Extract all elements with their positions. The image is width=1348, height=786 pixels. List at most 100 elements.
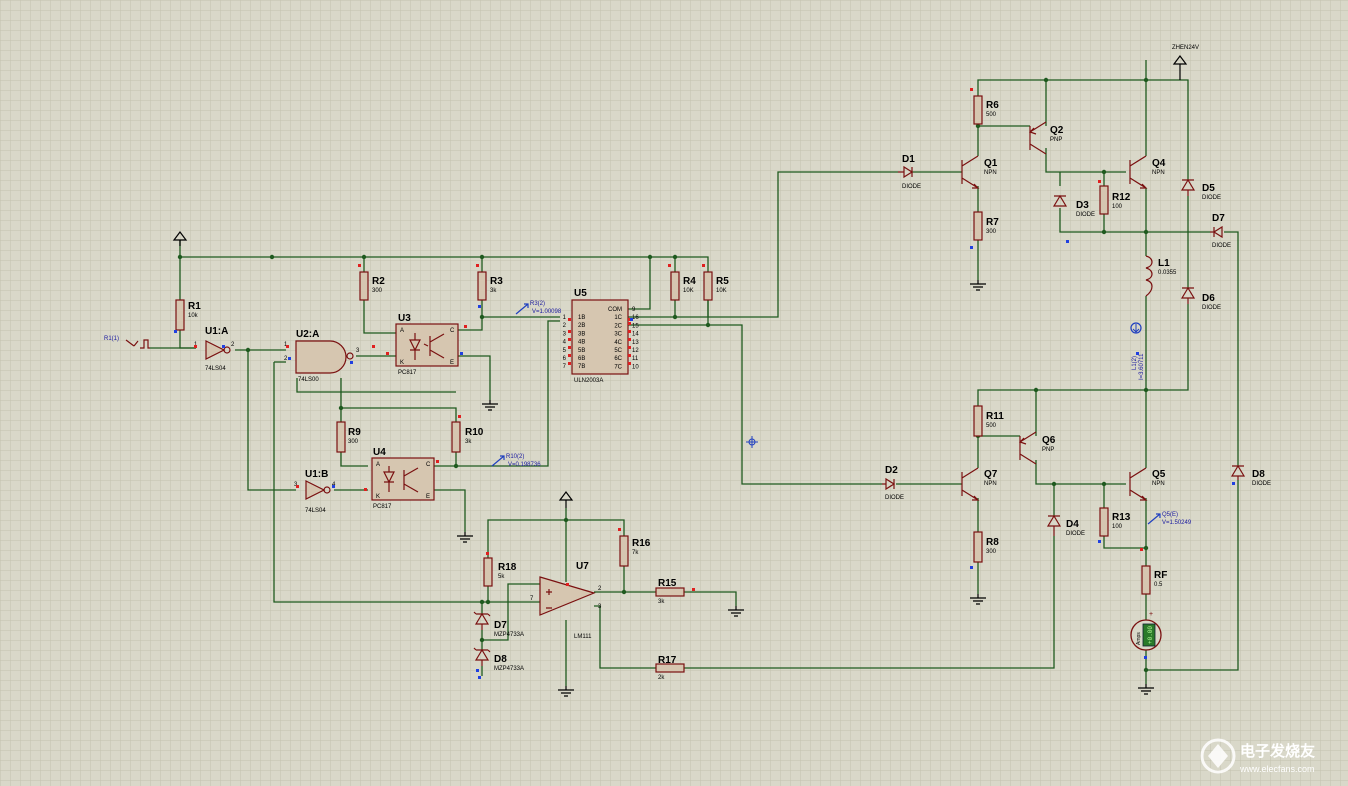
r9-value: 300 (348, 439, 359, 445)
supply-net-label: ZHEN24V (1172, 45, 1199, 51)
r8-value: 300 (986, 549, 997, 555)
ammeter-unit: Amps (1136, 632, 1142, 645)
u5-left-pin-3B: 3B (578, 331, 585, 337)
pin-marker-red-23 (568, 362, 571, 365)
d1-part: DIODE (902, 184, 921, 190)
pin-marker-red-16 (296, 485, 299, 488)
d8-right-part: DIODE (1252, 481, 1271, 487)
r11-value: 500 (986, 423, 997, 429)
r7-value: 300 (986, 229, 997, 235)
pin-marker-red-6 (1140, 548, 1143, 551)
probe-r3-name: R3(2) (530, 301, 545, 307)
r8-ref: R8 (986, 537, 999, 548)
u4-pin-e: E (426, 494, 430, 500)
r3-ref: R3 (490, 276, 503, 287)
pin-marker-red-2 (668, 264, 671, 267)
u5-right-num-12: 12 (632, 348, 639, 354)
pin-marker-red-8 (618, 528, 621, 531)
r13-value: 100 (1112, 524, 1123, 530)
r1-ref: R1 (188, 301, 201, 312)
q4-ref: Q4 (1152, 158, 1166, 169)
r17-value: 2k (658, 675, 665, 681)
pin-marker-red-10 (568, 318, 571, 321)
resistor-r10[interactable] (451, 421, 461, 453)
q1-type: NPN (984, 170, 997, 176)
u5-ref: U5 (574, 288, 587, 299)
u5-part: ULN2003A (574, 378, 603, 384)
pin-marker-red-18 (566, 583, 569, 586)
r12-ref: R12 (1112, 192, 1131, 203)
pin-marker-blue-3 (970, 566, 973, 569)
u5-left-pin-7B: 7B (578, 364, 585, 370)
pin-marker-blue-9 (350, 361, 353, 364)
u5-right-num-15: 15 (632, 323, 639, 329)
u7-part: LM111 (574, 634, 592, 640)
r18-value: 5k (498, 574, 505, 580)
rf-value: 0.5 (1154, 582, 1163, 588)
u1a-part: 74LS04 (205, 366, 226, 372)
u1a-ref: U1:A (205, 326, 228, 337)
optocoupler-u4[interactable] (371, 457, 435, 501)
watermark-url: www.elecfans.com (1239, 764, 1315, 774)
u7-ref: U7 (576, 561, 589, 572)
pin-marker-red-30 (386, 352, 389, 355)
d3-part: DIODE (1076, 212, 1095, 218)
optocoupler-u3[interactable] (395, 323, 459, 367)
resistor-r18[interactable] (483, 557, 493, 587)
resistor-r15[interactable] (655, 587, 685, 597)
resistor-r8[interactable] (973, 531, 983, 563)
u4-part: PC817 (373, 504, 392, 510)
r2-ref: R2 (372, 276, 385, 287)
u5-right-pin-COM: COM (608, 307, 622, 313)
resistor-r13[interactable] (1099, 507, 1109, 537)
q6-type: PNP (1042, 447, 1054, 453)
r11-ref: R11 (986, 411, 1004, 422)
resistor-r5[interactable] (703, 271, 713, 301)
probe-q5-value: V=1.50249 (1162, 520, 1192, 526)
probe-r3-value: V=1.00098 (532, 309, 562, 315)
resistor-r7[interactable] (973, 211, 983, 241)
q2-type: PNP (1050, 137, 1062, 143)
d7-zener-ref: D7 (494, 620, 507, 631)
r6-ref: R6 (986, 100, 999, 111)
r2-value: 300 (372, 288, 383, 294)
r13-ref: R13 (1112, 512, 1131, 523)
pin-marker-blue-15 (288, 357, 291, 360)
q6-ref: Q6 (1042, 435, 1056, 446)
schematic-canvas[interactable]: ZHEN24V R1(1) R1 10k R2 300 R3 3k R4 10K (0, 0, 1348, 786)
resistor-r16[interactable] (619, 535, 629, 567)
d7-right-part: DIODE (1212, 243, 1231, 249)
d8-right-ref: D8 (1252, 469, 1265, 480)
q1-ref: Q1 (984, 158, 998, 169)
r9-ref: R9 (348, 427, 361, 438)
resistor-rf[interactable] (1141, 565, 1151, 595)
d4-part: DIODE (1066, 531, 1085, 537)
q5-ref: Q5 (1152, 469, 1166, 480)
resistor-r3[interactable] (477, 271, 487, 301)
d3-ref: D3 (1076, 200, 1089, 211)
pin-marker-red-24 (628, 330, 631, 333)
u4-pin-c: C (426, 462, 431, 468)
pin-marker-blue-10 (222, 345, 225, 348)
resistor-r12[interactable] (1099, 185, 1109, 215)
resistor-r1[interactable] (175, 299, 185, 331)
resistor-r11[interactable] (973, 405, 983, 437)
pin-marker-blue-13 (1098, 540, 1101, 543)
r4-value: 10K (683, 288, 694, 294)
r5-value: 10K (716, 288, 727, 294)
d7-zener-part: MZP4733A (494, 632, 524, 638)
resistor-r9[interactable] (336, 421, 346, 453)
r6-value: 500 (986, 112, 997, 118)
u5-left-pin-1B: 1B (578, 315, 585, 321)
u5-right-pin-2C: 2C (614, 323, 622, 329)
q4-type: NPN (1152, 170, 1165, 176)
resistor-r6[interactable] (973, 95, 983, 125)
resistor-r4[interactable] (670, 271, 680, 301)
r12-value: 100 (1112, 204, 1123, 210)
r3-value: 3k (490, 288, 497, 294)
pin-marker-red-5 (1098, 180, 1101, 183)
d6-part: DIODE (1202, 305, 1221, 311)
resistor-r2[interactable] (359, 271, 369, 301)
pin-marker-blue-14 (630, 318, 633, 321)
pin-marker-blue-6 (478, 676, 481, 679)
